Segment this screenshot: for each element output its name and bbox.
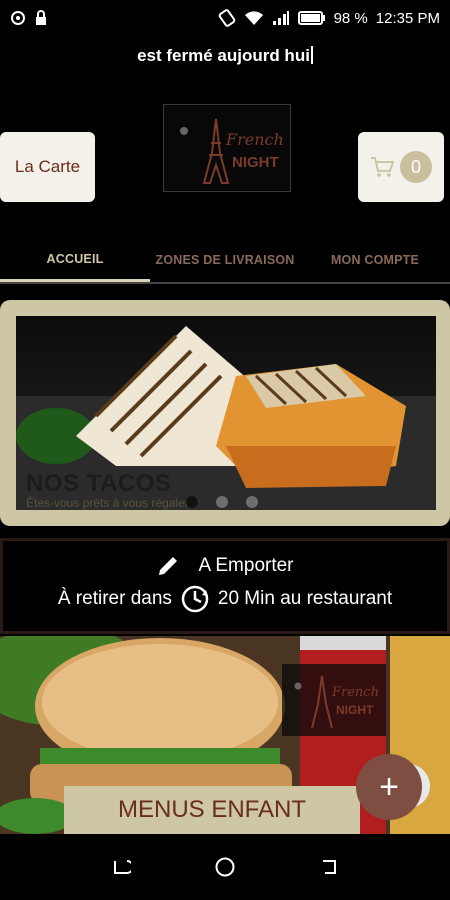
lock-icon bbox=[34, 10, 48, 26]
back-icon[interactable] bbox=[319, 857, 339, 877]
carousel-dot-3[interactable] bbox=[246, 496, 258, 508]
banner-title: NOS TACOS bbox=[26, 470, 172, 497]
logo-text-french: French bbox=[225, 130, 284, 149]
closed-notice-text: est fermé aujourd hui bbox=[137, 46, 310, 65]
banner-subtitle: Êtes-vous prêts à vous régaler ? bbox=[26, 496, 199, 510]
wifi-icon bbox=[244, 10, 264, 26]
french-night-logo: French NIGHT bbox=[163, 104, 291, 192]
cart-count-badge: 0 bbox=[400, 151, 432, 183]
pickup-prefix: À retirer dans bbox=[57, 588, 172, 609]
menu-logo-french: French bbox=[331, 685, 379, 700]
menu-card-logo: French NIGHT bbox=[282, 664, 386, 736]
menu-enfant-label: MENUS ENFANT bbox=[64, 786, 360, 834]
battery-level: 98 % bbox=[333, 9, 368, 27]
home-icon[interactable] bbox=[214, 856, 236, 878]
carousel-dots bbox=[186, 496, 258, 508]
pickup-mode-label: A Emporter bbox=[198, 555, 294, 576]
shopping-cart-icon bbox=[370, 156, 394, 178]
closed-notice: est fermé aujourd hui bbox=[0, 46, 450, 66]
battery-icon bbox=[297, 11, 326, 25]
tab-mon-compte-label: MON COMPTE bbox=[330, 253, 420, 267]
pencil-icon[interactable] bbox=[156, 554, 180, 578]
plus-icon: + bbox=[379, 767, 399, 806]
tab-accueil-label: ACCUEIL bbox=[46, 251, 104, 266]
cell-signal-icon bbox=[272, 10, 290, 26]
la-carte-label: La Carte bbox=[14, 157, 81, 176]
logo-text-night: NIGHT bbox=[232, 154, 279, 171]
carousel-dot-1[interactable] bbox=[186, 496, 198, 508]
signal-settings-icon bbox=[10, 10, 26, 26]
tab-mon-compte[interactable]: MON COMPTE bbox=[300, 238, 450, 282]
tab-zones-label: ZONES DE LIVRAISON bbox=[155, 253, 295, 267]
tab-zones-de-livraison[interactable]: ZONES DE LIVRAISON bbox=[150, 238, 300, 282]
cart-button[interactable]: 0 bbox=[358, 132, 444, 202]
menu-logo-night: NIGHT bbox=[336, 703, 374, 717]
menu-enfant-text: MENUS ENFANT bbox=[117, 796, 306, 823]
system-nav-bar bbox=[0, 834, 450, 900]
tab-accueil[interactable]: ACCUEIL bbox=[0, 238, 150, 282]
status-bar: 98 % 12:35 PM bbox=[0, 0, 450, 36]
recent-apps-icon[interactable] bbox=[111, 857, 132, 877]
add-fab-button[interactable]: + bbox=[356, 754, 422, 820]
pickup-time-row: À retirer dans 20 Min au restaurant bbox=[0, 584, 450, 614]
main-tabs: ACCUEIL ZONES DE LIVRAISON MON COMPTE bbox=[0, 238, 450, 284]
pickup-duration: 20 Min au restaurant bbox=[217, 588, 393, 609]
la-carte-button[interactable]: La Carte bbox=[0, 132, 95, 202]
rotation-icon bbox=[218, 9, 236, 27]
text-cursor bbox=[310, 46, 313, 64]
pickup-mode-row: A Emporter bbox=[0, 554, 450, 578]
clock: 12:35 PM bbox=[375, 9, 440, 27]
carousel-dot-2[interactable] bbox=[216, 496, 228, 508]
clock-icon bbox=[180, 584, 210, 614]
